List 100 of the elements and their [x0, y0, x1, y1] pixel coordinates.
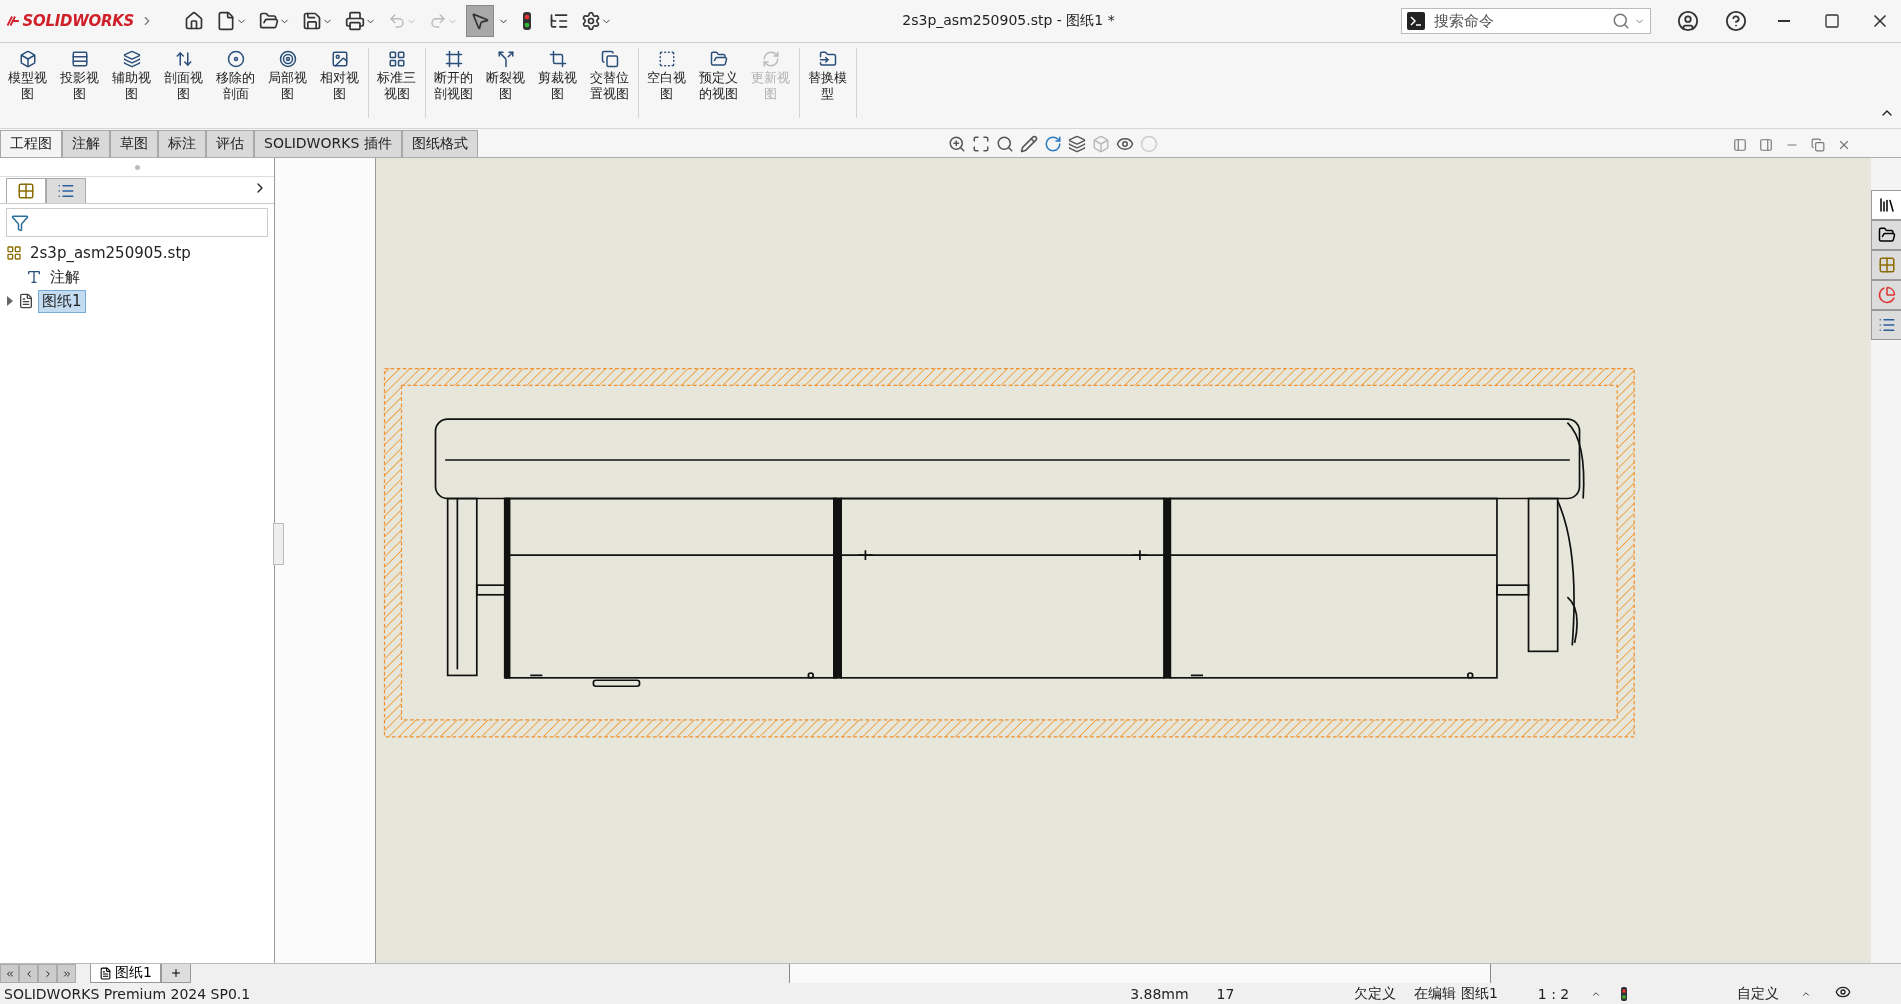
folder-icon [710, 50, 728, 68]
copy-icon [601, 50, 619, 68]
ribbon-button[interactable]: 剪裁视图 [532, 48, 584, 118]
ribbon-button[interactable]: 标准三视图 [371, 48, 423, 118]
ribbon-button[interactable]: 预定义的视图 [693, 48, 745, 118]
frame-icon [445, 50, 463, 68]
ribbon-button[interactable]: 局部视图 [262, 48, 314, 118]
definition-status: 欠定义 [1354, 984, 1397, 1003]
disc-icon [227, 50, 245, 68]
coordinate-readout: 3.88mm [1130, 985, 1189, 1002]
ribbon-button[interactable]: 交替位置视图 [584, 48, 636, 118]
crop-icon [549, 50, 567, 68]
layers-icon [1068, 135, 1086, 153]
logo-icon [6, 13, 20, 29]
ribbon-button[interactable]: 辅助视图 [106, 48, 158, 118]
home-icon [184, 11, 204, 31]
rows-icon [71, 50, 89, 68]
ribbon-button[interactable]: 断开的剖视图 [428, 48, 480, 118]
tree-icon [17, 182, 35, 200]
ribbon-button[interactable]: 相对视图 [314, 48, 366, 118]
eye-icon [1116, 135, 1134, 153]
horizontal-scrollbar[interactable] [789, 964, 1491, 983]
cube-icon [19, 50, 37, 68]
add-sheet-button[interactable] [160, 964, 191, 983]
ribbon-tab[interactable]: 评估 [206, 130, 254, 157]
ribbon-tab[interactable]: 工程图 [0, 130, 62, 157]
fit-icon [972, 135, 990, 153]
pie-icon [1877, 286, 1896, 304]
product-version: SOLIDWORKS Premium 2024 SP0.1 [4, 985, 251, 1002]
settings-icon [581, 11, 601, 31]
appearance-button[interactable] [1871, 280, 1901, 310]
filter-field[interactable] [6, 208, 268, 237]
folder-icon [259, 11, 279, 31]
select-button[interactable] [466, 5, 494, 37]
units-setting[interactable]: 自定义 [1737, 984, 1780, 1003]
palette-button[interactable] [1871, 250, 1901, 280]
ribbon-button[interactable]: 投影视图 [54, 48, 106, 118]
search-icon [996, 135, 1014, 153]
grid-icon [388, 50, 406, 68]
pointer-icon [470, 11, 490, 31]
filter-icon [11, 213, 29, 232]
cube-icon [1092, 135, 1110, 153]
folder-arrow-icon [819, 50, 837, 68]
sheet-tab[interactable]: 图纸1 [90, 964, 161, 983]
maximize-icon [1824, 13, 1840, 29]
last-sheet-button[interactable] [57, 964, 76, 983]
library-button[interactable] [1871, 220, 1901, 250]
ribbon-button[interactable]: 移除的剖面 [210, 48, 262, 118]
search-field[interactable]: 搜索命令 [1401, 8, 1651, 34]
tree-item[interactable]: 图纸1 [38, 289, 86, 313]
file-icon [216, 11, 236, 31]
ribbon-tab[interactable]: 注解 [62, 130, 110, 157]
image-icon [331, 50, 349, 68]
properties-button[interactable] [1871, 310, 1901, 340]
ribbon-button[interactable]: 断裂视图 [480, 48, 532, 118]
search-icon [1612, 12, 1630, 30]
ribbon-tab[interactable]: 图纸格式 [401, 130, 478, 157]
books-icon [1877, 196, 1896, 214]
restore-icon [1811, 138, 1825, 152]
panel-right-icon [1759, 138, 1773, 152]
ribbon-button[interactable]: 剖面视图 [158, 48, 210, 118]
traffic-light-icon [523, 12, 531, 30]
first-icon [4, 968, 15, 979]
sheet-scale[interactable]: 1 : 2 [1537, 985, 1570, 1002]
first-sheet-button[interactable] [0, 964, 19, 983]
ribbon-tab[interactable]: 草图 [110, 130, 158, 157]
list-icon [1877, 316, 1896, 334]
window-title: 2s3p_asm250905.stp - 图纸1 * [901, 12, 1116, 30]
zoom-icon [948, 135, 966, 153]
tree-item[interactable]: 注解 [46, 265, 84, 289]
expand-arrow-icon[interactable] [6, 296, 14, 306]
sheet-icon [18, 293, 34, 309]
app-logo: SOLIDWORKS [22, 12, 134, 30]
ribbon-button[interactable]: 空白视图 [641, 48, 693, 118]
panel-tab[interactable] [46, 178, 86, 203]
target-icon [279, 50, 297, 68]
panel-tab[interactable] [6, 178, 46, 203]
tree-item[interactable]: 2s3p_asm250905.stp [26, 242, 195, 264]
resources-button[interactable] [1871, 190, 1901, 220]
ribbon-tab[interactable]: 标注 [158, 130, 206, 157]
arrows-icon [175, 50, 193, 68]
ribbon-button[interactable]: 替换模型 [802, 48, 854, 118]
edit-mode: 在编辑 图纸1 [1414, 984, 1498, 1003]
redo-icon [429, 12, 447, 30]
terminal-icon [1407, 12, 1425, 30]
undo-icon [388, 12, 406, 30]
value-readout: 17 [1216, 985, 1235, 1002]
minimize-icon [1778, 20, 1790, 22]
panel-handle[interactable] [273, 523, 284, 565]
dashed-square-icon [658, 50, 676, 68]
ribbon-tab[interactable]: SOLIDWORKS 插件 [254, 130, 402, 157]
layers-icon [123, 50, 141, 68]
last-icon [61, 968, 72, 979]
rotate-icon [1044, 135, 1062, 153]
ribbon-button[interactable]: 模型视图 [2, 48, 54, 118]
pencil-icon [1020, 135, 1038, 153]
close-icon [1837, 138, 1851, 152]
grip-icon [134, 164, 140, 170]
list-icon [549, 11, 569, 31]
annotation-icon [26, 269, 42, 285]
